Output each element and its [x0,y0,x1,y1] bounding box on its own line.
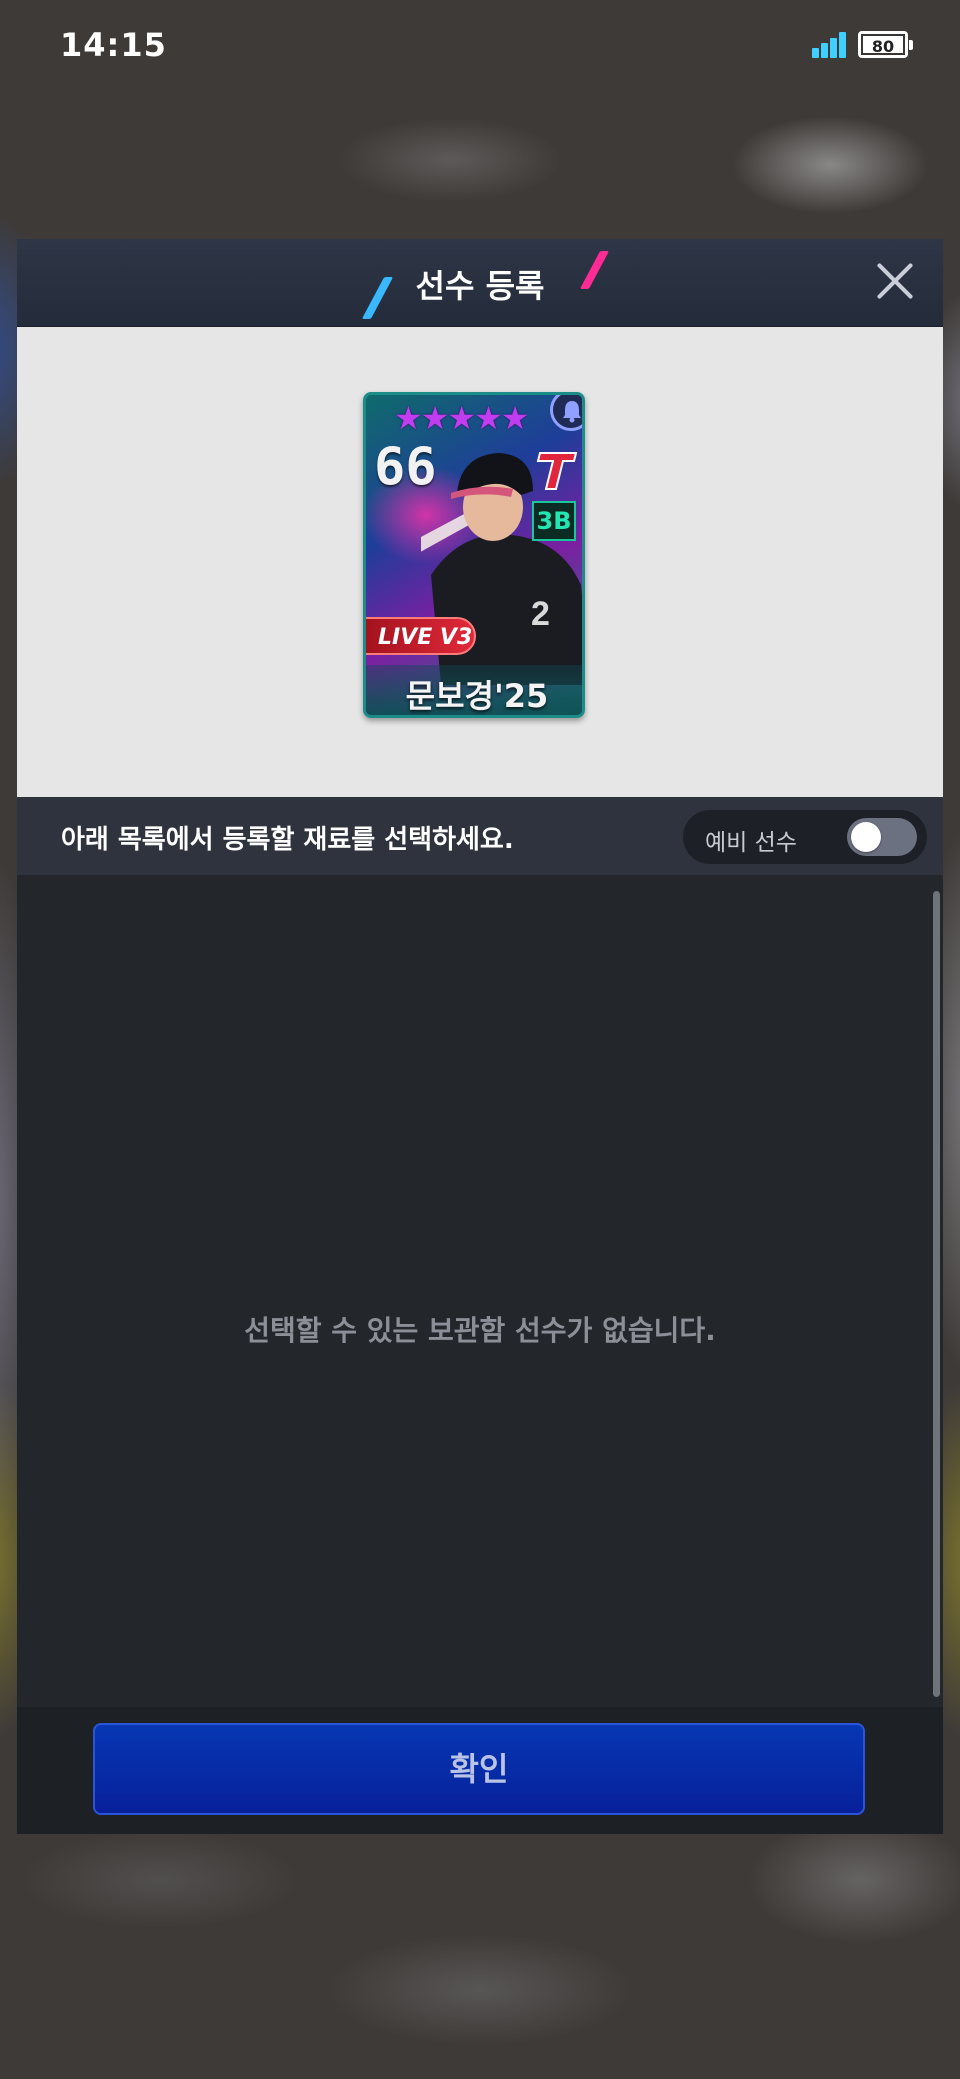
bell-icon [550,395,582,431]
status-bar: 14:15 80 [0,0,960,90]
modal-title: 선수 등록 [415,267,545,305]
svg-text:2: 2 [531,595,550,633]
close-icon[interactable] [871,257,919,305]
toggle-switch[interactable] [847,818,917,856]
modal-header: 선수 등록 [17,239,943,327]
battery-level: 80 [861,34,905,56]
reserve-toggle-label: 예비 선수 [705,830,797,856]
modal-footer: 확인 [17,1707,943,1834]
reserve-player-toggle[interactable]: 예비 선수 [683,810,927,864]
signal-icon [812,32,848,58]
card-position: 3B [532,501,576,541]
toggle-knob [851,822,881,852]
player-card[interactable]: ★★★★★ 66 2 3B LIVE V3 문보경'25 [363,392,585,718]
card-player-name: 문보경'25 [405,677,549,715]
empty-list-message: 선택할 수 있는 보관함 선수가 없습니다. [244,1314,716,1347]
instruction-bar: 아래 목록에서 등록할 재료를 선택하세요. 예비 선수 [17,797,943,875]
scrollbar[interactable] [933,891,940,1697]
card-preview-area: ★★★★★ 66 2 3B LIVE V3 문보경'25 [17,327,943,797]
player-registration-modal: 선수 등록 ★★★★★ 66 2 3B LIVE V3 문보경'25 아래 목록… [17,239,943,1834]
screen: 14:15 80 선수 등록 ★★★★★ 66 2 3B LIVE V3 문보경… [0,0,960,2079]
card-stars: ★★★★★ [394,399,529,437]
battery-icon: 80 [858,31,913,58]
team-logo-icon [536,452,578,490]
card-edition-badge: LIVE V3 [366,617,476,655]
instruction-text: 아래 목록에서 등록할 재료를 선택하세요. [61,825,514,855]
confirm-button[interactable]: 확인 [93,1723,865,1815]
material-list: 선택할 수 있는 보관함 선수가 없습니다. [17,875,943,1707]
status-time: 14:15 [60,26,167,64]
